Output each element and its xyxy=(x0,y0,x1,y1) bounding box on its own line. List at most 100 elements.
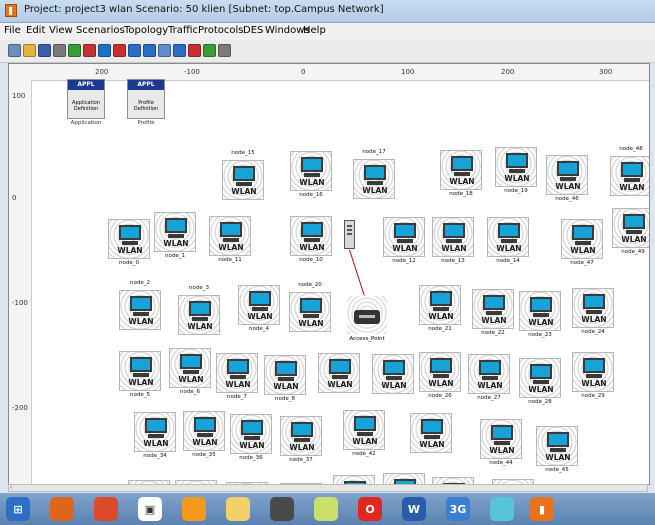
wlan-node[interactable]: WLAN node_45 xyxy=(536,426,578,478)
menu-view[interactable]: View xyxy=(49,25,73,36)
wlan-node[interactable]: WLAN xyxy=(318,353,360,405)
grid-icon[interactable] xyxy=(173,44,186,57)
computer-base-icon xyxy=(550,448,566,452)
wlan-node[interactable]: WLAN node_5 xyxy=(119,351,161,403)
wlan-node[interactable]: WLAN node_18 xyxy=(440,150,482,202)
wlan-node[interactable]: WLAN node_44 xyxy=(480,419,522,471)
wlan-node[interactable]: WLAN node_27 xyxy=(468,354,510,406)
wlan-node[interactable]: WLAN node_19 xyxy=(495,147,537,199)
wlan-text: WLAN xyxy=(128,378,154,387)
wlan-node[interactable]: WLAN node_11 xyxy=(209,216,251,268)
new-file-icon[interactable] xyxy=(8,44,21,57)
profile-definition-node[interactable]: APPL Profile Definition Profile xyxy=(127,79,167,126)
menu-edit[interactable]: Edit xyxy=(26,25,45,36)
menu-file[interactable]: File xyxy=(4,25,21,36)
save-icon[interactable] xyxy=(38,44,51,57)
wlan-node[interactable]: WLAN node_37 xyxy=(280,416,322,468)
wlan-node[interactable]: WLAN node_47 xyxy=(561,219,603,271)
access-point-node[interactable]: Access_Point xyxy=(347,296,387,342)
wlan-node[interactable]: WLAN node_1 xyxy=(154,212,196,264)
wlan-node[interactable]: WLAN node_34 xyxy=(134,412,176,464)
word-icon[interactable]: W xyxy=(402,497,426,521)
scroll-left-arrow-icon[interactable]: ‹ xyxy=(10,485,16,491)
menu-traffic[interactable]: Traffic xyxy=(168,25,198,36)
map-icon[interactable] xyxy=(203,44,216,57)
cursor-icon[interactable] xyxy=(188,44,201,57)
node-label: node_14 xyxy=(496,258,520,264)
wlan-text: WLAN xyxy=(528,385,554,394)
wlan-node[interactable]: WLAN node_46 xyxy=(546,155,588,207)
zoom-in-2-icon[interactable] xyxy=(143,44,156,57)
wlan-node[interactable]: WLAN xyxy=(372,354,414,406)
wlan-node[interactable]: WLAN node_0 xyxy=(108,219,150,271)
wlan-node[interactable]: WLAN node_3 xyxy=(178,285,220,347)
wlan-node[interactable]: WLAN node_49 xyxy=(612,208,649,260)
wlan-node[interactable]: WLAN node_20 xyxy=(289,282,331,344)
node-label: node_8 xyxy=(275,396,295,402)
firefox-icon[interactable] xyxy=(50,497,74,521)
explorer-icon[interactable] xyxy=(226,497,250,521)
start-icon[interactable]: ⊞ xyxy=(6,497,30,521)
wlan-node[interactable]: WLAN node_14 xyxy=(487,217,529,269)
wlan-node[interactable]: WLAN node_35 xyxy=(183,411,225,463)
chrome-icon[interactable] xyxy=(94,497,118,521)
computer-base-icon xyxy=(244,436,260,440)
wlan-node[interactable]: WLAN node_8 xyxy=(264,355,306,407)
open-folder-icon[interactable] xyxy=(23,44,36,57)
menu-des[interactable]: DES xyxy=(243,25,263,36)
monitor-icon[interactable] xyxy=(158,44,171,57)
monitor-icon xyxy=(394,223,416,238)
wlan-node[interactable]: WLAN node_16 xyxy=(290,151,332,203)
3g-icon[interactable]: 3G xyxy=(446,497,470,521)
wlan-node[interactable]: WLAN node_13 xyxy=(432,217,474,269)
wlan-node[interactable]: WLAN node_17 xyxy=(353,149,395,211)
wlan-node[interactable]: WLAN node_15 xyxy=(222,150,264,212)
wlan-node[interactable]: WLAN node_22 xyxy=(472,289,514,341)
wireless-signal-icon: WLAN xyxy=(134,412,176,452)
monitor-icon xyxy=(623,214,645,229)
wlan-node[interactable]: WLAN node_21 xyxy=(419,285,461,337)
wlan-node[interactable]: WLAN node_28 xyxy=(519,358,561,410)
wlan-text: WLAN xyxy=(555,182,581,191)
wireless-signal-icon: WLAN xyxy=(472,289,514,329)
opnet-icon[interactable]: ▮ xyxy=(530,497,554,521)
settings-icon[interactable] xyxy=(218,44,231,57)
project-workspace-canvas[interactable]: 200 -100 0 100 200 300 100 0 -100 -200 Access_Po… xyxy=(8,63,650,485)
wlan-node[interactable]: WLAN node_7 xyxy=(216,353,258,405)
wlan-text: WLAN xyxy=(504,174,530,183)
horizontal-scrollbar[interactable]: ‹ xyxy=(8,484,648,492)
zoom-tool-icon[interactable] xyxy=(68,44,81,57)
wlan-node[interactable]: WLAN node_4 xyxy=(238,285,280,337)
zoom-fit-icon[interactable] xyxy=(83,44,96,57)
opera-icon[interactable]: O xyxy=(358,497,382,521)
zoom-out-icon[interactable] xyxy=(98,44,111,57)
wlan-node[interactable]: WLAN node_36 xyxy=(230,414,272,466)
wlan-node[interactable]: WLAN node_26 xyxy=(419,352,461,404)
wlan-node[interactable]: WLAN node_6 xyxy=(169,348,211,400)
wlan-node[interactable]: WLAN node_24 xyxy=(572,288,614,340)
wlan-node[interactable]: WLAN node_2 xyxy=(119,280,161,342)
wlan-node[interactable]: WLAN node_12 xyxy=(383,217,425,269)
wlan-node[interactable]: WLAN node_42 xyxy=(343,410,385,462)
computer-base-icon xyxy=(624,178,640,182)
folder-icon[interactable] xyxy=(490,497,514,521)
print-icon[interactable] xyxy=(53,44,66,57)
menu-scenarios[interactable]: Scenarios xyxy=(76,25,125,36)
wlan-node[interactable]: WLAN node_23 xyxy=(519,291,561,343)
server-icon[interactable] xyxy=(344,220,355,249)
menu-protocols[interactable]: Protocols xyxy=(198,25,244,36)
wlan-node[interactable]: WLAN xyxy=(410,413,452,465)
paint-icon[interactable] xyxy=(182,497,206,521)
wlan-node[interactable]: WLAN node_29 xyxy=(572,352,614,404)
map-icon[interactable] xyxy=(314,497,338,521)
menu-help[interactable]: Help xyxy=(303,25,326,36)
pin-icon[interactable] xyxy=(113,44,126,57)
menu-topology[interactable]: Topology xyxy=(124,25,168,36)
node-label: node_27 xyxy=(477,395,501,401)
wlan-node[interactable]: WLAN node_48 xyxy=(610,146,649,208)
zoom-in-icon[interactable] xyxy=(128,44,141,57)
media-player-icon[interactable]: ▣ xyxy=(138,497,162,521)
app-icon[interactable] xyxy=(270,497,294,521)
application-definition-node[interactable]: APPL Application Definition Application xyxy=(67,79,107,126)
wlan-node[interactable]: WLAN node_10 xyxy=(290,216,332,268)
